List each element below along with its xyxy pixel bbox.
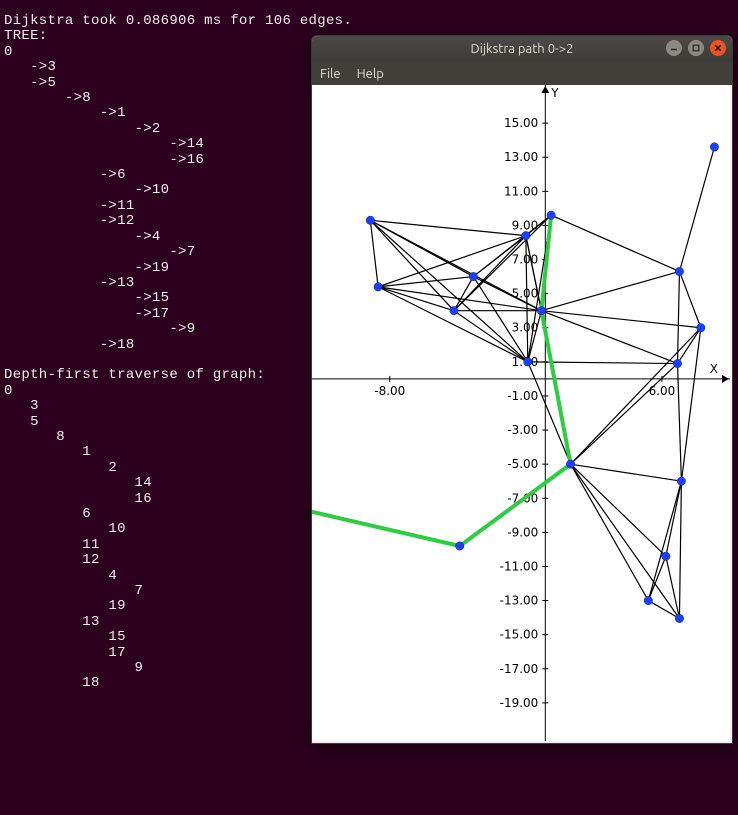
- menubar: File Help: [312, 62, 732, 85]
- svg-text:9.00: 9.00: [512, 218, 539, 232]
- plot-window: Dijkstra path 0->2 File Help X Y -19.00 -17…: [311, 35, 733, 744]
- svg-text:-5.00: -5.00: [507, 457, 538, 471]
- svg-text:-8.00: -8.00: [374, 384, 405, 398]
- menu-help[interactable]: Help: [357, 67, 384, 81]
- svg-text:7.00: 7.00: [512, 253, 539, 267]
- svg-text:6.00: 6.00: [649, 384, 676, 398]
- close-button[interactable]: [710, 40, 726, 56]
- plot-area[interactable]: XY-19.00-17.00-15.00-13.00-11.00-9.00-7.…: [312, 85, 730, 741]
- svg-text:13.00: 13.00: [504, 150, 538, 164]
- svg-text:-3.00: -3.00: [507, 423, 538, 437]
- svg-text:-11.00: -11.00: [500, 559, 539, 573]
- window-titlebar[interactable]: Dijkstra path 0->2: [312, 36, 732, 62]
- plot-svg: XY-19.00-17.00-15.00-13.00-11.00-9.00-7.…: [312, 85, 730, 741]
- close-icon: [714, 44, 722, 52]
- svg-text:5.00: 5.00: [512, 287, 539, 301]
- svg-text:Y: Y: [550, 86, 559, 100]
- svg-text:X: X: [710, 362, 718, 376]
- svg-text:-1.00: -1.00: [507, 389, 538, 403]
- menu-file[interactable]: File: [320, 67, 341, 81]
- svg-text:-19.00: -19.00: [500, 696, 539, 710]
- maximize-button[interactable]: [688, 40, 704, 56]
- svg-text:-9.00: -9.00: [507, 525, 538, 539]
- minimize-icon: [670, 44, 678, 52]
- svg-text:-13.00: -13.00: [500, 594, 539, 608]
- maximize-icon: [692, 44, 700, 52]
- svg-text:15.00: 15.00: [504, 116, 538, 130]
- svg-text:-17.00: -17.00: [500, 662, 539, 676]
- svg-text:11.00: 11.00: [504, 184, 538, 198]
- minimize-button[interactable]: [666, 40, 682, 56]
- svg-text:-15.00: -15.00: [500, 628, 539, 642]
